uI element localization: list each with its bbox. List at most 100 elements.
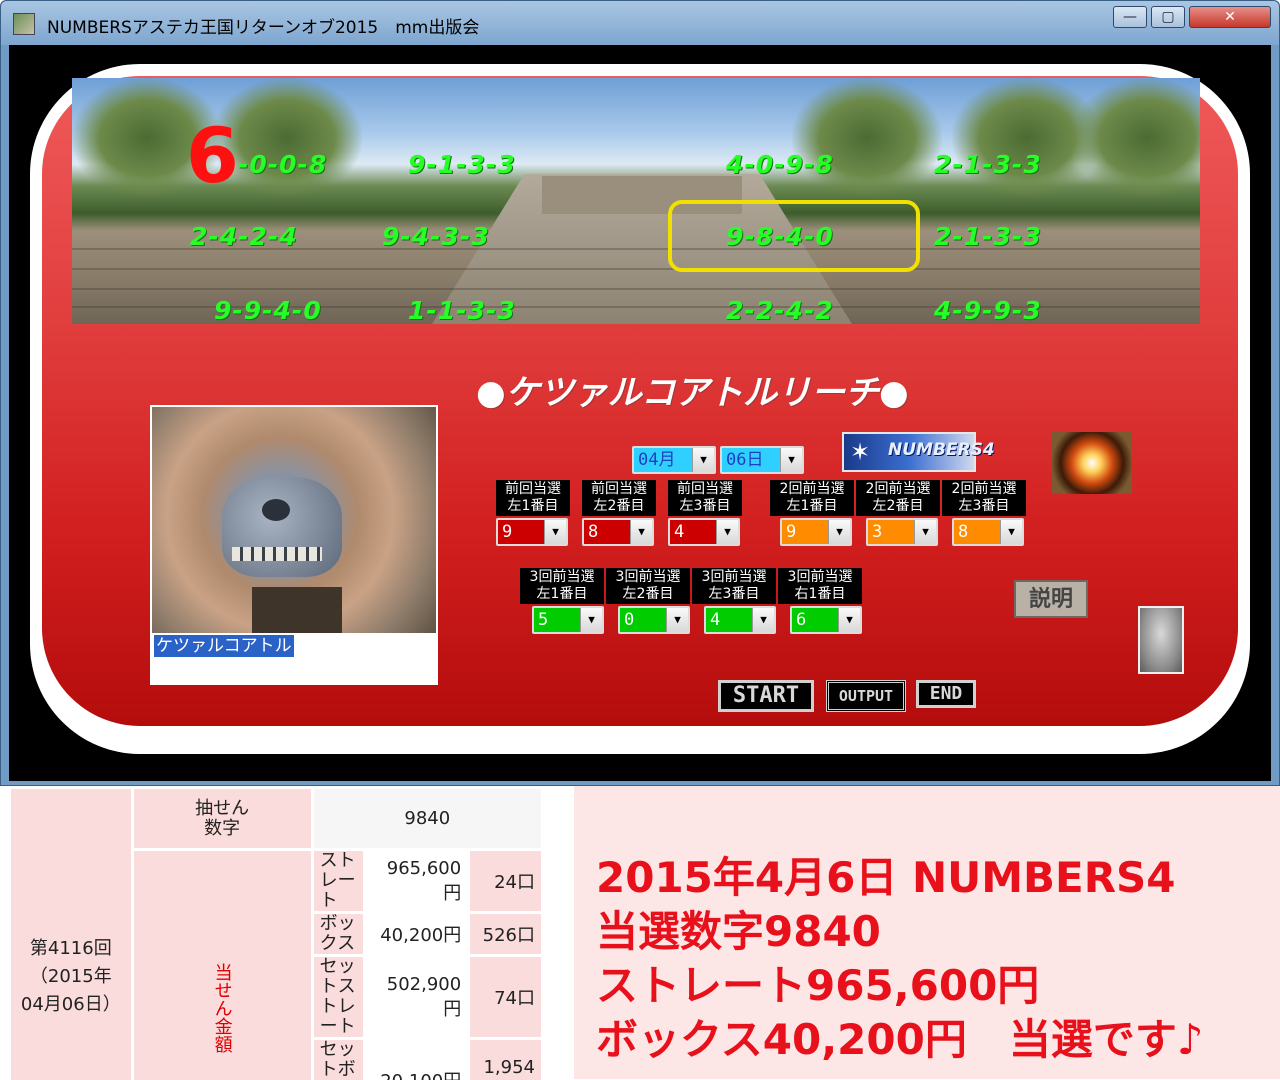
number-row-1-left2: 9-1-3-3: [408, 150, 516, 179]
sun-icon[interactable]: [1052, 432, 1132, 494]
prev3-right1-select[interactable]: 6 ▼: [790, 606, 862, 634]
chevron-down-icon[interactable]: ▼: [666, 608, 688, 632]
prev-left2-label: 前回当選 左2番目: [582, 480, 656, 516]
prev-left2-select[interactable]: 8 ▼: [582, 518, 654, 546]
day-value: 06日: [726, 450, 763, 470]
winner-count: 74口: [469, 956, 543, 1039]
reach-caption: ●ケツァルコアトルリーチ●: [476, 365, 909, 414]
month-select[interactable]: 04月 ▼: [632, 446, 716, 474]
prev3-left3-value: 4: [710, 610, 720, 630]
prev-left1-select[interactable]: 9 ▼: [496, 518, 568, 546]
number-row-3-mid: 2-2-4-2: [726, 296, 834, 325]
numbers4-logo-text: NUMBERS4: [888, 440, 995, 460]
prev3-left2-select[interactable]: 0 ▼: [618, 606, 690, 634]
summary-line-1: 2015年4月6日 NUMBERS4: [596, 844, 1176, 905]
prev2-left2-select[interactable]: 3 ▼: [866, 518, 938, 546]
number-row-2-left2: 9-4-3-3: [382, 222, 490, 251]
picture-caption[interactable]: ケツァルコアトル: [154, 635, 294, 657]
chevron-down-icon[interactable]: ▼: [828, 520, 850, 544]
winner-count: 24口: [469, 850, 543, 913]
winner-count: 526口: [469, 913, 543, 956]
prev3-left1-label: 3回前当選 左1番目: [520, 568, 604, 604]
prev3-left3-label: 3回前当選 左3番目: [692, 568, 776, 604]
prev2-left2-value: 3: [872, 522, 882, 542]
day-select[interactable]: 06日 ▼: [720, 446, 804, 474]
number-row-1-right: 2-1-3-3: [934, 150, 1042, 179]
month-value: 04月: [638, 450, 675, 470]
start-button[interactable]: START: [718, 680, 814, 712]
minimize-button[interactable]: —: [1113, 6, 1147, 28]
chevron-down-icon[interactable]: ▼: [838, 608, 860, 632]
stair-line: [72, 288, 1200, 290]
prev2-left2-label: 2回前当選 左2番目: [856, 480, 940, 516]
winning-number-label: 抽せん 数字: [132, 788, 312, 850]
prev3-left2-label: 3回前当選 左2番目: [606, 568, 690, 604]
app-icon: [13, 13, 35, 35]
prev3-right1-label: 3回前当選 右1番目: [778, 568, 862, 604]
prize-type: ボックス: [312, 913, 365, 956]
chevron-down-icon[interactable]: ▼: [780, 448, 802, 472]
title-bar[interactable]: NUMBERSアステカ王国リターンオブ2015 mm出版会 — ▢ ✕: [1, 1, 1279, 45]
tree-foliage: [1072, 78, 1200, 198]
pyramid-banner: [72, 78, 1200, 324]
close-button[interactable]: ✕: [1189, 6, 1271, 28]
prize-label: 当せん金額: [132, 850, 312, 1080]
prev-left3-value: 4: [674, 522, 684, 542]
prize-amount: 40,200円: [365, 913, 469, 956]
chevron-down-icon[interactable]: ▼: [544, 520, 566, 544]
chevron-down-icon[interactable]: ▼: [692, 448, 714, 472]
prev-left2-value: 8: [588, 522, 598, 542]
prize-amount: 20,100円: [365, 1039, 469, 1080]
explain-button[interactable]: 説明: [1014, 580, 1088, 618]
prev3-left3-select[interactable]: 4 ▼: [704, 606, 776, 634]
number-row-3-left2: 1-1-3-3: [408, 296, 516, 325]
prev2-left1-value: 9: [786, 522, 796, 542]
prev-left1-value: 9: [502, 522, 512, 542]
chevron-down-icon[interactable]: ▼: [580, 608, 602, 632]
prev3-left1-value: 5: [538, 610, 548, 630]
reach-highlight-box: [668, 200, 920, 272]
chevron-down-icon[interactable]: ▼: [1000, 520, 1022, 544]
prev2-left1-label: 2回前当選 左1番目: [770, 480, 854, 516]
prev2-left1-select[interactable]: 9 ▼: [780, 518, 852, 546]
window-title: NUMBERSアステカ王国リターンオブ2015 mm出版会: [47, 13, 479, 38]
chevron-down-icon[interactable]: ▼: [630, 520, 652, 544]
output-button[interactable]: OUTPUT: [826, 680, 906, 712]
numbers4-logo[interactable]: ✶ NUMBERS4: [842, 432, 976, 472]
results-section: 第4116回 （2015年 04月06日） 抽せん 数字 9840 当せん金額 …: [0, 786, 1280, 1079]
prize-type: セットストレート: [312, 956, 365, 1039]
maximize-button[interactable]: ▢: [1151, 6, 1185, 28]
prev3-left2-value: 0: [624, 610, 634, 630]
tree-foliage: [792, 78, 942, 198]
winner-count: 1,954口: [469, 1039, 543, 1080]
prev-left1-label: 前回当選 左1番目: [496, 480, 570, 516]
serpent-eye: [262, 499, 290, 521]
chevron-down-icon[interactable]: ▼: [914, 520, 936, 544]
star-icon: ✶: [850, 438, 870, 466]
serpent-head: [222, 477, 342, 577]
end-button[interactable]: END: [916, 680, 976, 708]
prize-type: セットボックス: [312, 1039, 365, 1080]
quetzalcoatl-image: [152, 407, 436, 633]
prev-left3-label: 前回当選 左3番目: [668, 480, 742, 516]
prev2-left3-select[interactable]: 8 ▼: [952, 518, 1024, 546]
summary-line-3: ストレート965,600円: [596, 952, 1039, 1013]
draw-info: 第4116回 （2015年 04月06日）: [10, 788, 133, 1080]
chevron-down-icon[interactable]: ▼: [716, 520, 738, 544]
summary-line-2: 当選数字9840: [596, 898, 881, 959]
winning-number: 9840: [312, 788, 542, 850]
stair-line: [72, 268, 1200, 270]
picture-box: ケツァルコアトル: [150, 405, 438, 685]
prev-left3-select[interactable]: 4 ▼: [668, 518, 740, 546]
big-number: 6: [186, 118, 239, 194]
number-row-1-mid: 4-0-9-8: [726, 150, 834, 179]
serpent-teeth: [232, 547, 322, 561]
number-row-1-left: -0-0-8: [238, 150, 327, 179]
image-stand: [252, 587, 342, 633]
draw-number: 第4116回: [17, 935, 125, 963]
prev3-left1-select[interactable]: 5 ▼: [532, 606, 604, 634]
chevron-down-icon[interactable]: ▼: [752, 608, 774, 632]
draw-date: （2015年 04月06日）: [17, 963, 125, 1019]
statue-icon[interactable]: [1138, 606, 1184, 674]
number-row-2-left: 2-4-2-4: [190, 222, 298, 251]
